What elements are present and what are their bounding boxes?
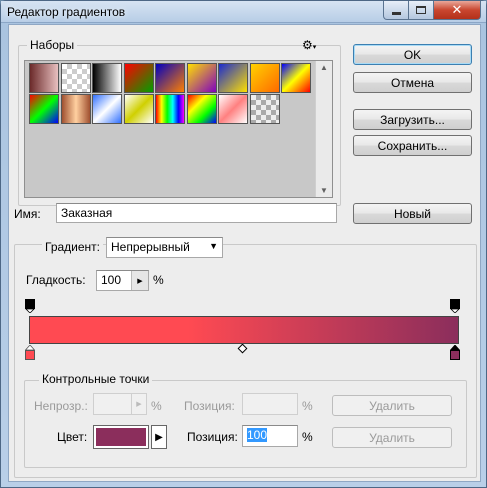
opacity-position-input: [242, 393, 298, 415]
preset-swatch[interactable]: [218, 63, 248, 93]
new-button[interactable]: Новый: [353, 203, 472, 224]
smoothness-unit: %: [153, 273, 164, 287]
opacity-position-unit: %: [302, 399, 313, 413]
window-title: Редактор градиентов: [7, 5, 126, 19]
preset-swatch[interactable]: [186, 63, 217, 93]
opacity-position-label: Позиция:: [184, 399, 235, 413]
maximize-button[interactable]: [408, 1, 434, 20]
gradient-type-select[interactable]: Непрерывный ▼: [106, 237, 223, 258]
ok-button[interactable]: OK: [353, 44, 472, 65]
preset-swatch[interactable]: [218, 94, 248, 124]
preset-swatch[interactable]: [249, 94, 280, 124]
smoothness-value: 100: [101, 273, 122, 287]
preset-swatch[interactable]: [155, 94, 185, 124]
preset-swatch[interactable]: [60, 94, 91, 124]
color-swatch-fill: [96, 428, 146, 446]
stops-legend: Контрольные точки: [39, 372, 153, 386]
cancel-button[interactable]: Отмена: [353, 72, 472, 93]
preset-swatch[interactable]: [29, 94, 59, 124]
color-position-input[interactable]: 100: [242, 425, 298, 447]
preset-swatch[interactable]: [92, 63, 122, 93]
color-delete-button: Удалить: [332, 427, 452, 448]
play-arrow-icon: ▶: [155, 431, 163, 443]
preset-swatch[interactable]: [29, 63, 59, 93]
smoothness-slider-icon[interactable]: ▶: [131, 271, 148, 290]
preset-swatch[interactable]: [123, 94, 154, 124]
opacity-label: Непрозр.:: [34, 399, 88, 413]
maximize-icon: [416, 6, 426, 14]
preset-swatch[interactable]: [155, 63, 185, 93]
scroll-up-icon[interactable]: ▲: [320, 63, 328, 72]
presets-list[interactable]: ▲ ▼: [24, 60, 333, 198]
color-position-label: Позиция:: [187, 430, 238, 444]
close-icon: ✕: [451, 2, 463, 17]
chevron-down-icon: ▼: [209, 241, 218, 251]
preset-swatch[interactable]: [186, 94, 217, 124]
gradient-editor-window: Редактор градиентов ✕ Наборы ⚙▾ ▲ ▼ OK О…: [0, 0, 487, 488]
smoothness-input[interactable]: 100 ▶: [96, 270, 149, 291]
opacity-unit: %: [151, 399, 162, 413]
opacity-stop-right-icon[interactable]: [450, 299, 460, 313]
name-label: Имя:: [14, 207, 41, 221]
preset-swatch[interactable]: [60, 63, 91, 93]
gradient-preview-bar[interactable]: [29, 316, 459, 344]
color-position-value: 100: [247, 428, 268, 442]
minimize-button[interactable]: [383, 1, 409, 20]
opacity-slider-icon: ▶: [131, 394, 146, 414]
gradient-type-value: Непрерывный: [111, 240, 190, 254]
preset-swatch[interactable]: [281, 63, 311, 93]
save-button[interactable]: Сохранить...: [353, 135, 472, 156]
color-position-unit: %: [302, 430, 313, 444]
preset-swatch[interactable]: [249, 63, 280, 93]
scroll-down-icon[interactable]: ▼: [320, 186, 328, 195]
preset-swatch[interactable]: [92, 94, 122, 124]
color-stop-right-icon[interactable]: [450, 345, 460, 360]
presets-scrollbar[interactable]: ▲ ▼: [315, 61, 332, 197]
opacity-stop-left-icon[interactable]: [25, 299, 35, 313]
title-bar[interactable]: Редактор градиентов ✕: [1, 1, 486, 23]
gear-icon[interactable]: ⚙▾: [302, 38, 316, 52]
name-field[interactable]: Заказная: [56, 203, 337, 223]
close-button[interactable]: ✕: [433, 1, 481, 20]
color-picker-button[interactable]: ▶: [151, 425, 167, 449]
gradient-type-label: Градиент:: [42, 240, 104, 254]
opacity-input: ▶: [93, 393, 147, 415]
smoothness-label: Гладкость:: [26, 273, 86, 287]
opacity-delete-button: Удалить: [332, 395, 452, 416]
color-label: Цвет:: [57, 430, 88, 444]
color-swatch[interactable]: [93, 425, 149, 449]
dialog-client: Наборы ⚙▾ ▲ ▼ OK Отмена Загрузить... Сох…: [8, 24, 481, 482]
presets-legend: Наборы: [27, 38, 78, 52]
load-button[interactable]: Загрузить...: [353, 109, 472, 130]
preset-swatch[interactable]: [123, 63, 154, 93]
color-stop-left-icon[interactable]: [25, 345, 35, 360]
minimize-icon: [391, 11, 401, 15]
